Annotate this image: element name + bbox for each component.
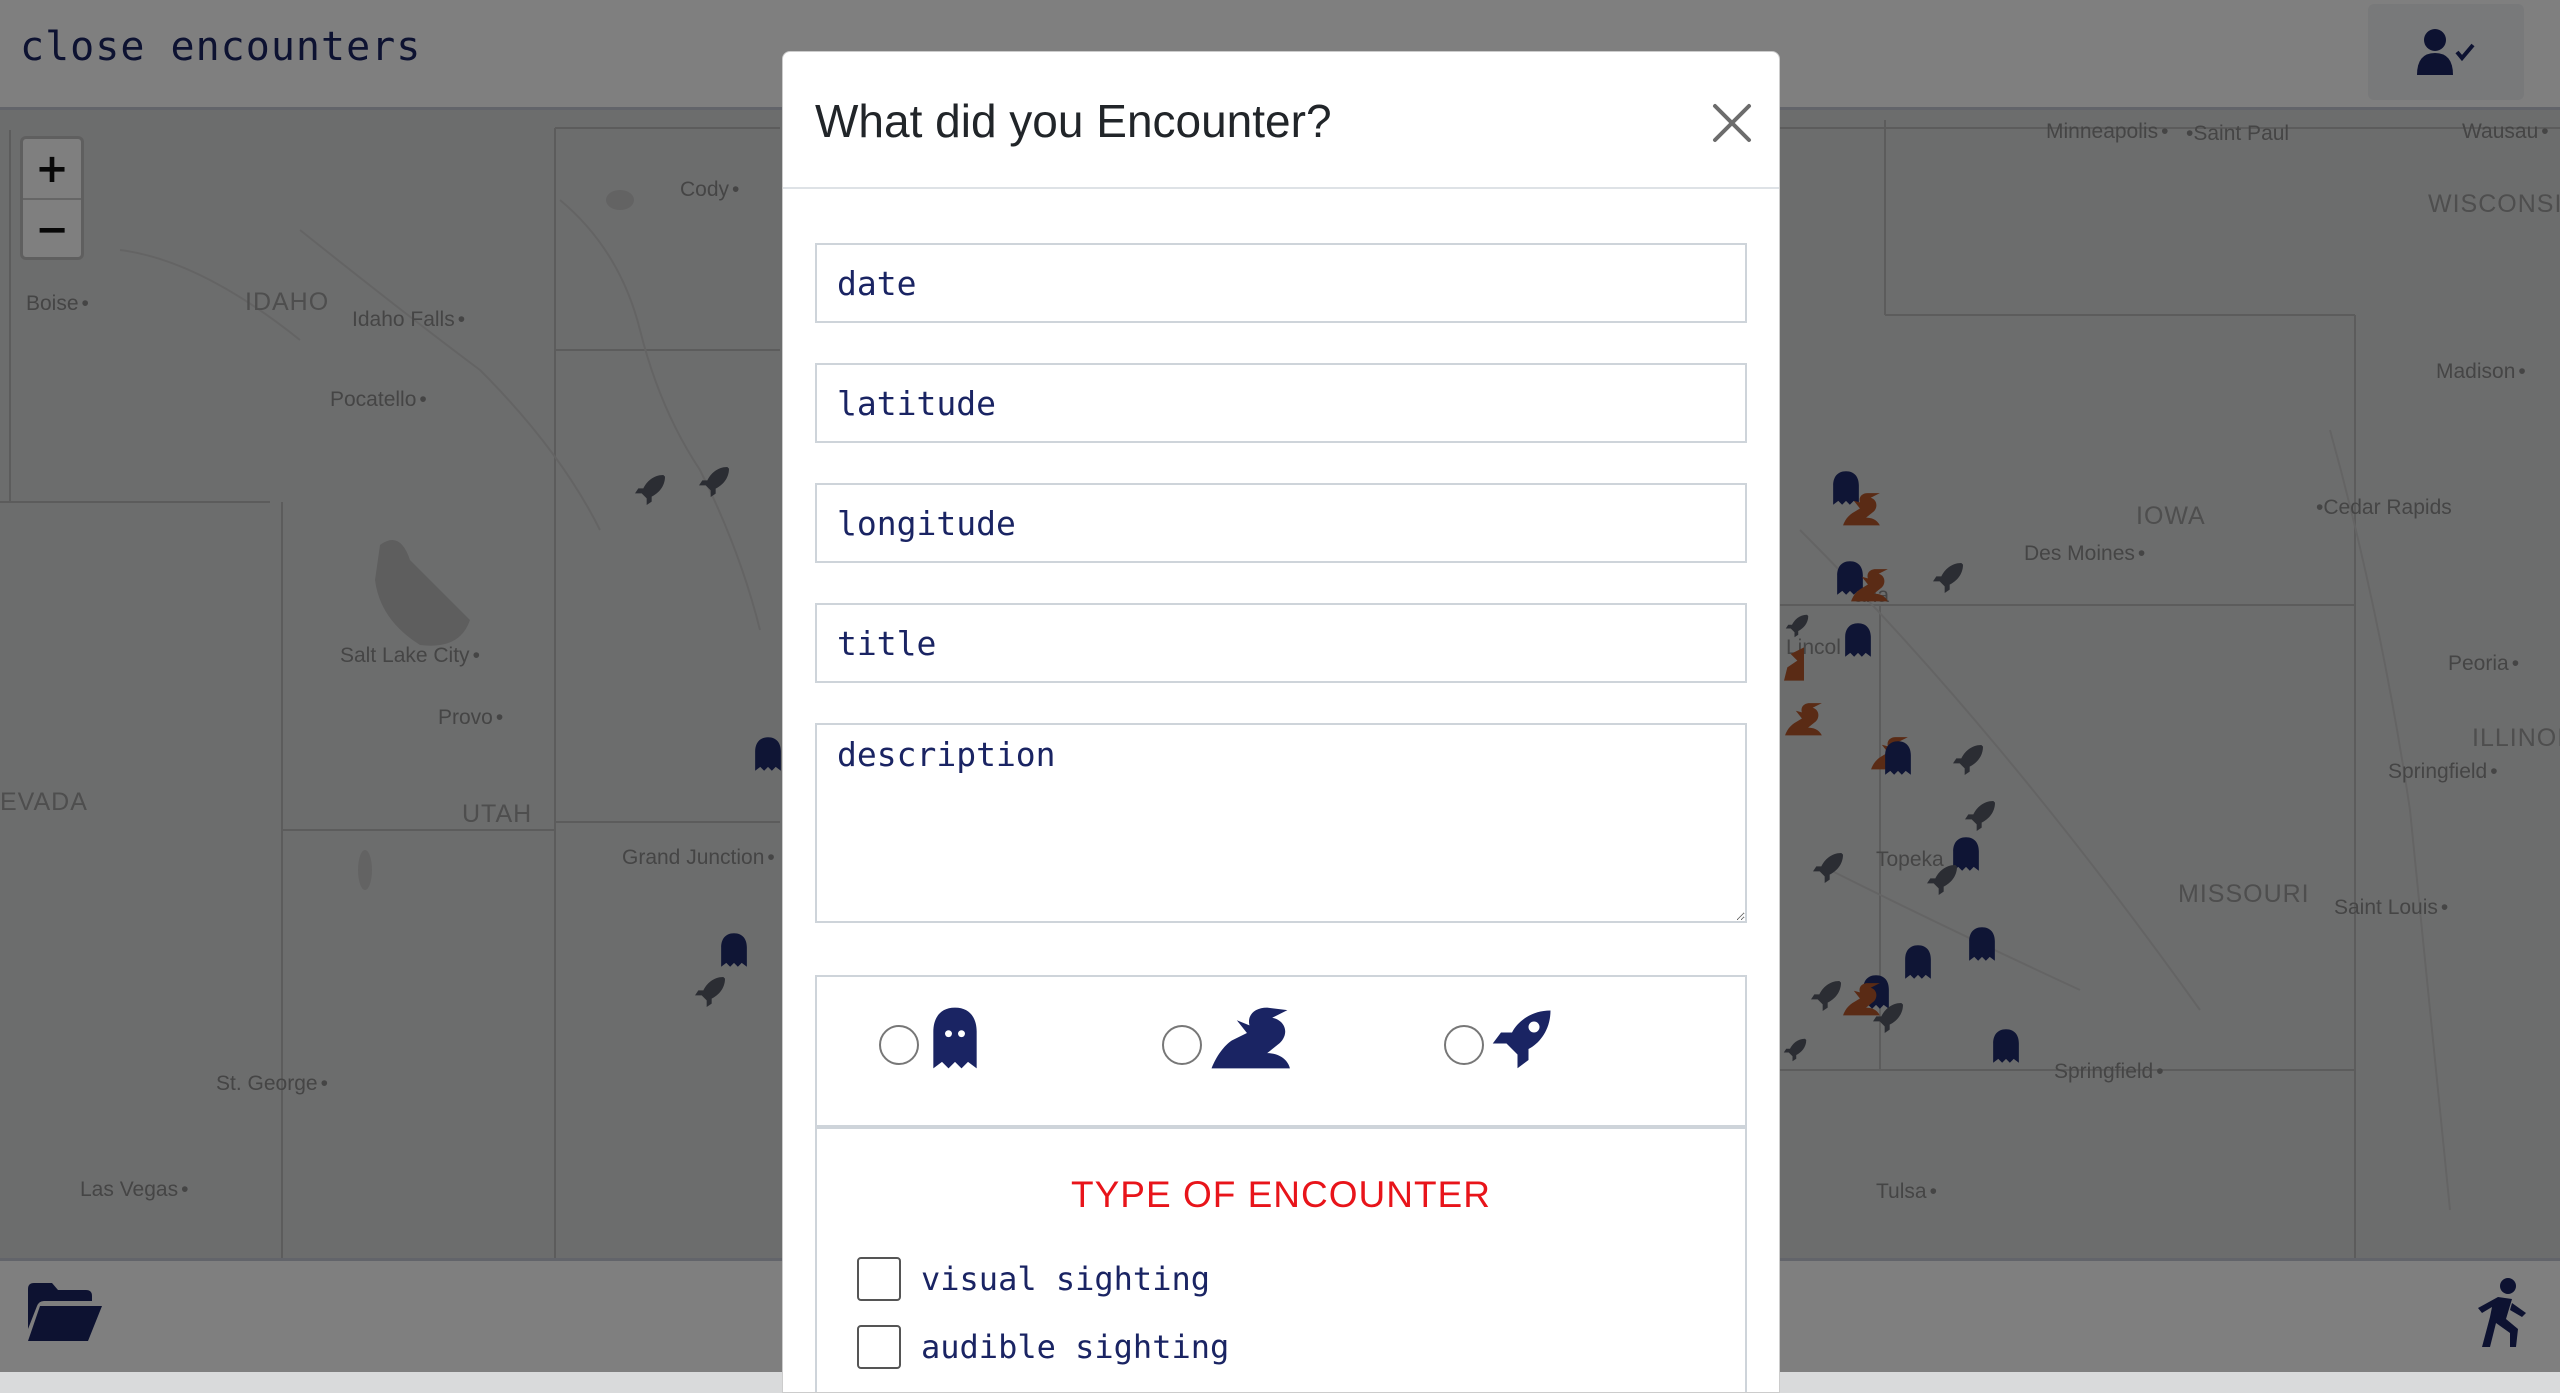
encounter-type-heading: TYPE OF ENCOUNTER xyxy=(1071,1174,1491,1215)
encounter-type-section: TYPE OF ENCOUNTER visual sighting audibl… xyxy=(815,1127,1747,1392)
visual-sighting-label: visual sighting xyxy=(921,1260,1210,1298)
modal-header: What did you Encounter? xyxy=(783,52,1779,189)
dragon-radio[interactable] xyxy=(1162,1025,1202,1065)
creature-type-group xyxy=(815,975,1747,1127)
rocket-icon xyxy=(1492,1010,1551,1069)
visual-sighting-checkbox[interactable] xyxy=(857,1257,901,1301)
audible-sighting-checkbox[interactable] xyxy=(857,1325,901,1369)
audible-sighting-label: audible sighting xyxy=(921,1328,1230,1366)
dragon-icon xyxy=(1211,1007,1290,1069)
longitude-input[interactable] xyxy=(815,483,1747,563)
close-icon[interactable] xyxy=(1707,98,1757,148)
description-textarea[interactable] xyxy=(815,723,1747,923)
latitude-input[interactable] xyxy=(815,363,1747,443)
rocket-radio[interactable] xyxy=(1444,1025,1484,1065)
encounter-modal: What did you Encounter? TYPE OF ENCOUNTE… xyxy=(782,51,1780,1393)
ghost-radio[interactable] xyxy=(879,1025,919,1065)
ghost-icon xyxy=(933,1007,977,1069)
date-input[interactable] xyxy=(815,243,1747,323)
modal-title: What did you Encounter? xyxy=(815,95,1332,147)
title-input[interactable] xyxy=(815,603,1747,683)
